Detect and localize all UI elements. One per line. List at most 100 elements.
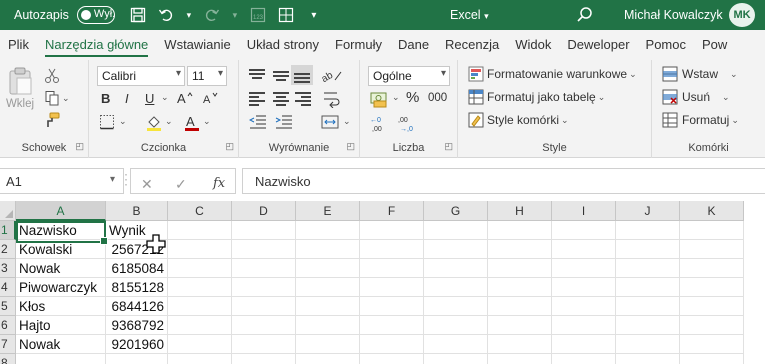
cell-k2[interactable] [680, 240, 744, 259]
column-header-g[interactable]: G [424, 201, 488, 221]
accounting-dropdown[interactable]: ⌄ [390, 92, 400, 103]
dialog-launcher-icon[interactable]: ◰ [346, 141, 355, 152]
cell-c6[interactable] [168, 316, 232, 335]
align-left-icon[interactable] [249, 91, 265, 106]
cell-j6[interactable] [616, 316, 680, 335]
percent-style-button[interactable]: % [406, 89, 419, 106]
cell-b5[interactable]: 6844126 [106, 297, 168, 316]
cell-j4[interactable] [616, 278, 680, 297]
dialog-launcher-icon[interactable]: ◰ [225, 141, 234, 152]
column-header-i[interactable]: I [552, 201, 616, 221]
cell-e2[interactable] [296, 240, 360, 259]
cell-i3[interactable] [552, 259, 616, 278]
cell-styles-button[interactable]: Style komórki ⌄ [468, 112, 569, 128]
customize-toolbar-icon[interactable]: ▾ [305, 6, 323, 24]
tab-uklad-strony[interactable]: Układ strony [239, 30, 327, 60]
name-box[interactable]: A1 ▾ [0, 168, 124, 194]
cell-e5[interactable] [296, 297, 360, 316]
cell-a5[interactable]: Kłos [16, 297, 106, 316]
cell-b6[interactable]: 9368792 [106, 316, 168, 335]
dialog-launcher-icon[interactable]: ◰ [75, 141, 84, 152]
tab-narzedzia-glowne[interactable]: Narzędzia główne [37, 30, 156, 60]
align-center-icon[interactable] [273, 91, 289, 106]
column-header-d[interactable]: D [232, 201, 296, 221]
cell-g5[interactable] [424, 297, 488, 316]
cell-f4[interactable] [360, 278, 424, 297]
tab-deweloper[interactable]: Deweloper [559, 30, 637, 60]
row-header[interactable]: 8 [0, 354, 16, 364]
cell-j5[interactable] [616, 297, 680, 316]
cell-k1[interactable] [680, 221, 744, 240]
tab-pomoc[interactable]: Pomoc [638, 30, 694, 60]
cell-d7[interactable] [232, 335, 296, 354]
undo-dropdown-icon[interactable]: ▾ [185, 6, 193, 24]
cell-e1[interactable] [296, 221, 360, 240]
conditional-formatting-button[interactable]: Formatowanie warunkowe ⌄ [468, 66, 637, 82]
borders-dropdown[interactable]: ⌄ [117, 116, 127, 127]
row-header[interactable]: 2 [0, 240, 16, 259]
formula-input[interactable]: Nazwisko [242, 168, 765, 194]
cell-c4[interactable] [168, 278, 232, 297]
cell-a7[interactable]: Nowak [16, 335, 106, 354]
delete-cells-button[interactable]: Usuń ⌄ [662, 89, 730, 105]
bold-button[interactable]: B [101, 91, 110, 106]
cell-a4[interactable]: Piwowarczyk [16, 278, 106, 297]
cell-g7[interactable] [424, 335, 488, 354]
cell-g8[interactable] [424, 354, 488, 364]
cell-c1[interactable] [168, 221, 232, 240]
tab-wstawianie[interactable]: Wstawianie [156, 30, 238, 60]
cell-a2[interactable]: Kowalski [16, 240, 106, 259]
orientation-icon[interactable]: ab [321, 66, 343, 84]
cell-h3[interactable] [488, 259, 552, 278]
save-icon[interactable] [129, 6, 147, 24]
cell-j8[interactable] [616, 354, 680, 364]
cell-e7[interactable] [296, 335, 360, 354]
row-header[interactable]: 3 [0, 259, 16, 278]
cell-h5[interactable] [488, 297, 552, 316]
cell-b7[interactable]: 9201960 [106, 335, 168, 354]
cell-b8[interactable] [106, 354, 168, 364]
font-color-icon[interactable]: A [183, 114, 201, 132]
cell-e3[interactable] [296, 259, 360, 278]
cell-g1[interactable] [424, 221, 488, 240]
comma-style-button[interactable]: 000 [428, 92, 447, 104]
cell-k6[interactable] [680, 316, 744, 335]
cell-g2[interactable] [424, 240, 488, 259]
fill-color-icon[interactable] [145, 114, 163, 132]
cell-a3[interactable]: Nowak [16, 259, 106, 278]
increase-indent-icon[interactable] [275, 114, 293, 130]
cell-h6[interactable] [488, 316, 552, 335]
font-shrink-icon[interactable]: A [203, 91, 219, 105]
column-header-h[interactable]: H [488, 201, 552, 221]
avatar[interactable]: MK [729, 3, 755, 27]
redo-dropdown-icon[interactable]: ▾ [231, 6, 239, 24]
insert-function-icon[interactable]: fx [213, 176, 225, 191]
cell-d3[interactable] [232, 259, 296, 278]
font-name-select[interactable]: Calibri ▾ [97, 66, 185, 86]
decrease-decimal-icon[interactable]: ,00 →,0 [398, 114, 420, 132]
chevron-down-icon[interactable]: ▾ [110, 174, 115, 185]
cell-g4[interactable] [424, 278, 488, 297]
cell-e8[interactable] [296, 354, 360, 364]
cell-h7[interactable] [488, 335, 552, 354]
number-format-icon[interactable]: 123 [249, 6, 267, 24]
underline-button[interactable]: U [145, 91, 154, 106]
cell-e6[interactable] [296, 316, 360, 335]
tab-power-pivot[interactable]: Pow [694, 30, 735, 60]
insert-cells-button[interactable]: Wstaw ⌄ [662, 66, 738, 82]
undo-icon[interactable] [157, 6, 175, 24]
cell-g3[interactable] [424, 259, 488, 278]
cell-i4[interactable] [552, 278, 616, 297]
format-cells-button[interactable]: Formatuj ⌄ [662, 112, 739, 128]
format-painter-icon[interactable] [44, 112, 60, 128]
accounting-format-icon[interactable] [370, 90, 390, 108]
cell-c7[interactable] [168, 335, 232, 354]
column-header-a[interactable]: A [16, 201, 106, 221]
tab-recenzja[interactable]: Recenzja [437, 30, 507, 60]
cut-icon[interactable] [44, 68, 60, 84]
wrap-text-icon[interactable] [323, 90, 341, 108]
align-bottom-icon[interactable] [291, 65, 313, 85]
cell-i8[interactable] [552, 354, 616, 364]
cell-c5[interactable] [168, 297, 232, 316]
cell-e4[interactable] [296, 278, 360, 297]
